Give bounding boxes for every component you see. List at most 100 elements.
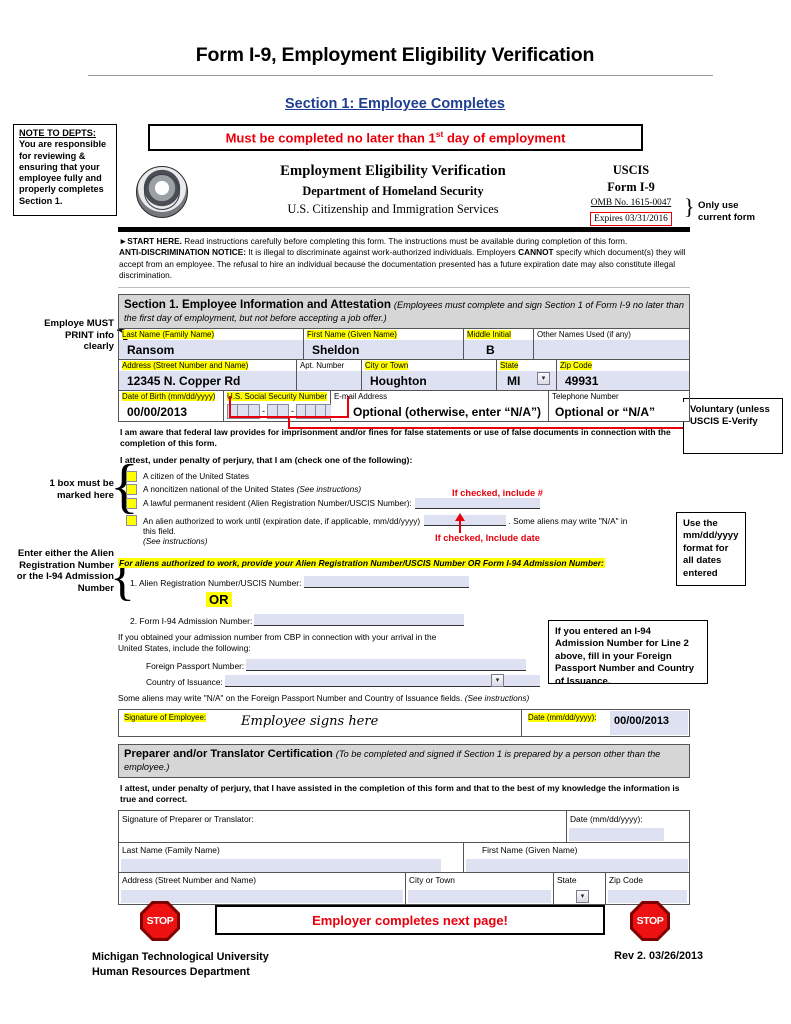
- phone-cell[interactable]: Telephone Number Optional or “N/A”: [549, 391, 689, 421]
- preparer-city-field[interactable]: [408, 889, 551, 903]
- checkbox-row-citizen[interactable]: A citizen of the United States: [126, 470, 690, 482]
- dob-value[interactable]: 00/00/2013: [119, 401, 223, 421]
- first-name-label: First Name (Given Name): [307, 329, 397, 339]
- employee-signature-date-cell[interactable]: Date (mm/dd/yyyy): 00/00/2013: [522, 710, 689, 736]
- footer-university: Michigan Technological University: [92, 951, 269, 963]
- foreign-passport-field[interactable]: [246, 658, 527, 671]
- checkbox-row-permanent-resident[interactable]: A lawful permanent resident (Alien Regis…: [126, 497, 690, 509]
- employee-signature-date-label: Date (mm/dd/yyyy):: [528, 712, 597, 722]
- preparer-date-label: Date (mm/dd/yyyy):: [570, 813, 643, 824]
- other-names-value[interactable]: [534, 339, 689, 359]
- preparer-signature-cell[interactable]: Signature of Preparer or Translator:: [119, 810, 567, 842]
- alien-number-field[interactable]: [303, 575, 469, 588]
- ssn-callout-line-right: [347, 396, 349, 418]
- preparer-state-label: State: [557, 874, 577, 885]
- checkbox-permanent-resident-icon[interactable]: [126, 497, 137, 509]
- preparer-state-dropdown-icon[interactable]: ▾: [576, 889, 589, 903]
- last-name-cell[interactable]: Last Name (Family Name) Ransom: [119, 328, 304, 359]
- expiration-date-highlight: Expires 03/31/2016: [590, 212, 672, 226]
- alien-number-line-1[interactable]: 1. Alien Registration Number/USCIS Numbe…: [130, 575, 690, 588]
- preparer-first-name-label: First Name (Given Name): [482, 844, 578, 855]
- uscis-label: USCIS: [612, 163, 650, 177]
- start-here-instructions: ►START HERE. Read instructions carefully…: [118, 232, 690, 288]
- apt-cell[interactable]: Apt. Number: [297, 359, 362, 390]
- dob-ssn-row: Date of Birth (mm/dd/yyyy) 00/00/2013 U.…: [118, 390, 690, 422]
- country-issuance-line[interactable]: Country of Issuance: ▾: [146, 673, 690, 687]
- middle-initial-cell[interactable]: Middle Initial B: [464, 328, 534, 359]
- preparer-first-name-cell[interactable]: First Name (Given Name): [464, 843, 689, 872]
- preparer-first-name-field[interactable]: [466, 858, 688, 872]
- or-separator: OR: [206, 591, 690, 609]
- employer-next-page-banner: Employer completes next page!: [215, 905, 605, 935]
- anti-discrimination-label: ANTI-DISCRIMINATION NOTICE:: [119, 247, 247, 258]
- annotation-enter-alien-number: Enter either the Alien Registration Numb…: [16, 548, 114, 594]
- section-heading: Section 1: Employee Completes: [285, 96, 505, 112]
- form-header: Employment Eligibility Verification Depa…: [118, 160, 690, 226]
- preparer-city-cell[interactable]: City or Town: [406, 872, 554, 904]
- zip-cell[interactable]: Zip Code 49931: [557, 360, 689, 390]
- preparer-state-cell[interactable]: State ▾: [554, 872, 606, 904]
- phone-value[interactable]: Optional or “N/A”: [549, 401, 689, 421]
- apt-label: Apt. Number: [300, 360, 345, 370]
- other-names-cell[interactable]: Other Names Used (if any): [534, 329, 689, 359]
- email-cell[interactable]: E-mail Address Optional (otherwise, ente…: [331, 390, 549, 421]
- checkbox-citizen-icon[interactable]: [126, 470, 137, 482]
- form-header-bureau: U.S. Citizenship and Immigration Service…: [287, 202, 499, 216]
- state-dropdown-icon[interactable]: ▾: [537, 371, 550, 385]
- zip-value[interactable]: 49931: [557, 370, 689, 390]
- address-cell[interactable]: Address (Street Number and Name) 12345 N…: [119, 359, 297, 390]
- page-title: Form I-9, Employment Eligibility Verific…: [195, 44, 595, 66]
- anti-discrimination-cannot: CANNOT: [518, 247, 554, 258]
- callout-voluntary: Voluntary (unless USCIS E-Verify: [683, 398, 783, 454]
- callout-if-checked-include-date: If checked, Include date: [435, 533, 540, 543]
- employer-next-page-text: Employer completes next page!: [312, 912, 508, 928]
- alien-expiration-date-field[interactable]: [424, 514, 507, 526]
- middle-initial-label: Middle Initial: [467, 329, 511, 339]
- state-cell[interactable]: State MI ▾: [497, 359, 557, 390]
- preparer-name-row: Last Name (Family Name) First Name (Give…: [118, 842, 690, 873]
- checkbox-alien-authorized-sub: (See instructions): [143, 535, 208, 546]
- checkbox-noncitizen-national-icon[interactable]: [126, 484, 137, 496]
- form-header-agency: Department of Homeland Security: [302, 184, 484, 198]
- omb-number: OMB No. 1615-0047: [590, 198, 672, 208]
- checkbox-alien-authorized-icon[interactable]: [126, 514, 137, 526]
- preparer-last-name-cell[interactable]: Last Name (Family Name): [119, 842, 464, 872]
- footer-revision: Rev 2. 03/26/2013: [614, 950, 703, 962]
- employee-signature-row[interactable]: Signature of Employee: Employee signs he…: [118, 708, 690, 737]
- country-dropdown-icon[interactable]: ▾: [491, 673, 504, 687]
- anti-discrimination-body-1: It is illegal to discriminate against wo…: [246, 247, 519, 258]
- first-name-value[interactable]: Sheldon: [304, 339, 463, 359]
- cbp-instruction-text: If you obtained your admission number fr…: [118, 631, 437, 654]
- middle-initial-value[interactable]: B: [464, 339, 533, 359]
- alien-number-line-2[interactable]: 2. Form I-94 Admission Number:: [130, 613, 690, 626]
- i94-number-field[interactable]: [254, 613, 465, 626]
- employee-signature-cell[interactable]: Signature of Employee: Employee signs he…: [119, 709, 522, 736]
- last-name-value[interactable]: Ransom: [119, 339, 303, 359]
- dob-label: Date of Birth (mm/dd/yyyy): [122, 391, 216, 401]
- city-cell[interactable]: City or Town Houghton: [362, 359, 497, 390]
- preparer-address-cell[interactable]: Address (Street Number and Name): [119, 872, 406, 904]
- preparer-date-cell[interactable]: Date (mm/dd/yyyy):: [567, 811, 689, 842]
- employee-signature-date-value[interactable]: 00/00/2013: [610, 710, 688, 735]
- na-note: Some aliens may write "N/A" on the Forei…: [118, 692, 530, 703]
- checkbox-noncitizen-national-note: (See instructions): [296, 484, 362, 495]
- preparer-address-label: Address (Street Number and Name): [122, 874, 257, 885]
- foreign-passport-line[interactable]: Foreign Passport Number:: [146, 658, 690, 671]
- dob-cell[interactable]: Date of Birth (mm/dd/yyyy) 00/00/2013: [119, 390, 224, 421]
- form-header-title: Employment Eligibility Verification: [280, 163, 506, 179]
- employee-signature-value[interactable]: Employee signs here: [241, 714, 378, 729]
- checkbox-row-alien-authorized[interactable]: An alien authorized to work until (expir…: [126, 514, 690, 546]
- apt-value[interactable]: [297, 370, 361, 390]
- email-value[interactable]: Optional (otherwise, enter “N/A”): [331, 401, 548, 421]
- i94-number-label: 2. Form I-94 Admission Number:: [130, 615, 253, 626]
- address-value[interactable]: 12345 N. Copper Rd: [119, 370, 296, 390]
- preparer-date-field[interactable]: [569, 827, 664, 841]
- note-to-depts-heading: NOTE TO DEPTS:: [19, 128, 96, 138]
- phone-label: Telephone Number: [552, 391, 619, 401]
- city-value[interactable]: Houghton: [362, 370, 496, 390]
- permanent-resident-number-field[interactable]: [414, 497, 540, 509]
- preparer-zip-cell[interactable]: Zip Code: [606, 873, 689, 904]
- preparer-last-name-field[interactable]: [121, 858, 441, 872]
- checkbox-row-noncitizen-national[interactable]: A noncitizen national of the United Stat…: [126, 484, 690, 496]
- first-name-cell[interactable]: First Name (Given Name) Sheldon: [304, 328, 464, 359]
